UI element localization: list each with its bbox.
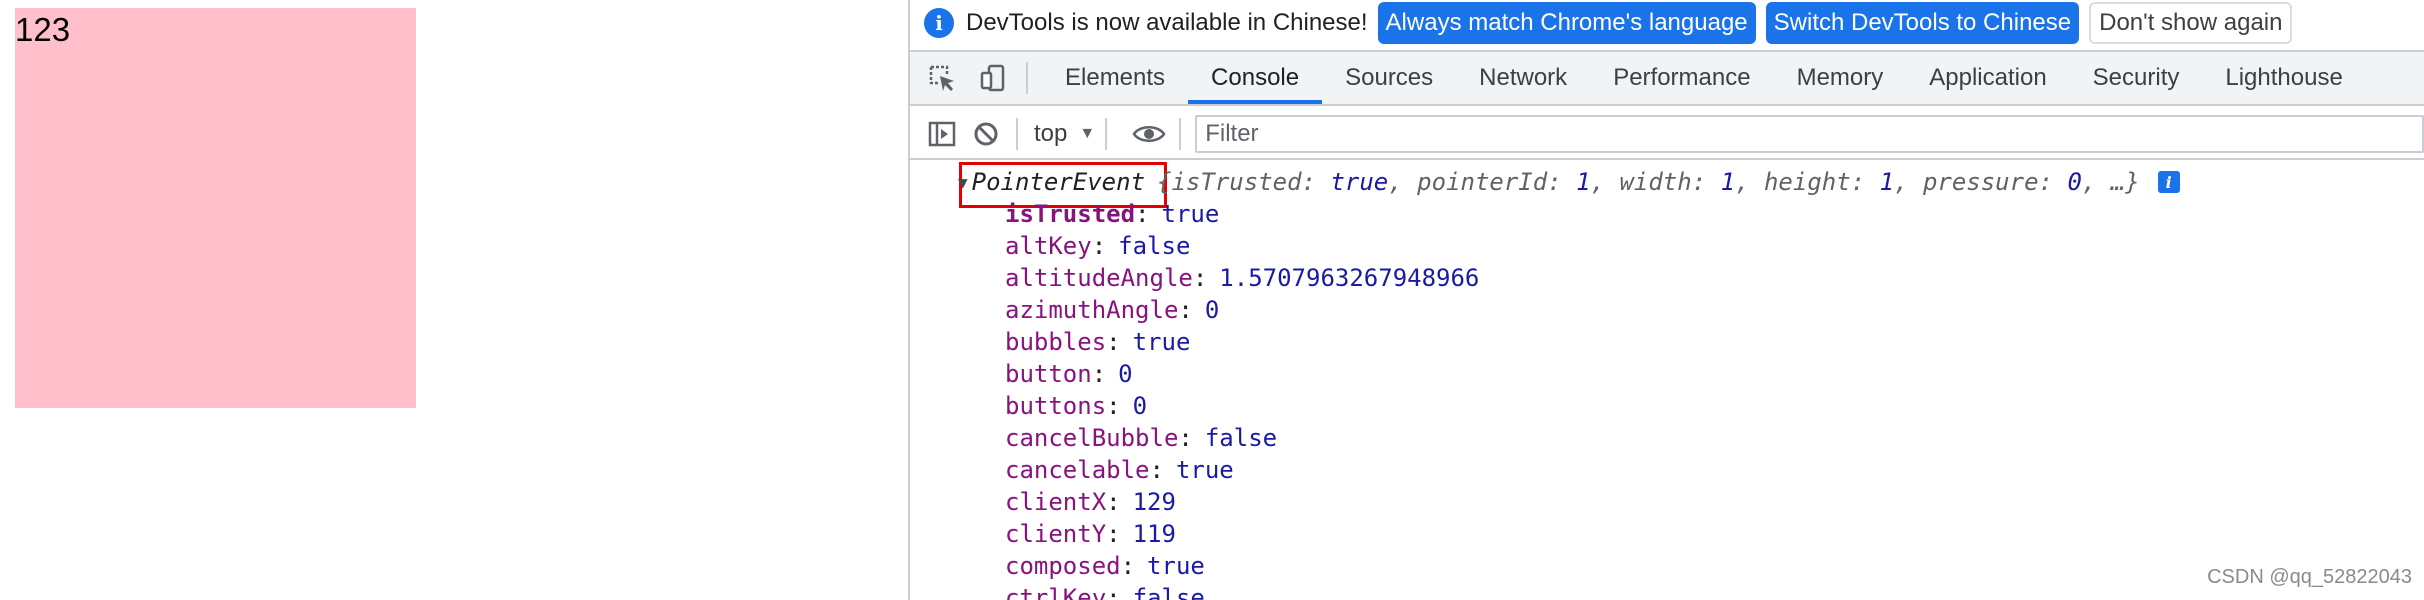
property-key: button: [1005, 360, 1092, 388]
tab-security[interactable]: Security: [2070, 52, 2203, 104]
info-badge-icon[interactable]: i: [2157, 171, 2180, 193]
tab-sources[interactable]: Sources: [1322, 52, 1456, 104]
property-value: 0: [1118, 360, 1133, 388]
property-key: altKey: [1005, 232, 1092, 260]
toolbar-divider: [1026, 62, 1028, 94]
property-row[interactable]: bubbles: true: [1005, 326, 1190, 358]
preview-key: width: [1619, 168, 1692, 196]
object-summary[interactable]: ▼ PointerEvent {isTrusted: true, pointer…: [958, 166, 2180, 198]
filter-input[interactable]: Filter: [1195, 115, 2424, 153]
property-key: cancelable: [1005, 456, 1150, 484]
switch-chinese-button[interactable]: Switch DevTools to Chinese: [1765, 2, 2080, 44]
infobar-message: DevTools is now available in Chinese!: [966, 9, 1368, 36]
info-icon: i: [924, 8, 954, 38]
chevron-down-icon: ▼: [1079, 125, 1096, 142]
preview-key: pressure: [1922, 168, 2039, 196]
tab-lighthouse[interactable]: Lighthouse: [2202, 52, 2365, 104]
property-row[interactable]: clientX:129: [1005, 486, 1176, 518]
property-value: 0: [1204, 296, 1220, 324]
preview-value: true: [1330, 168, 1389, 196]
toolbar-divider: [1179, 118, 1182, 150]
property-value: false: [1118, 232, 1191, 260]
property-value: 129: [1132, 488, 1176, 516]
preview-value: 0: [2067, 168, 2082, 196]
property-key: bubbles: [1005, 328, 1107, 356]
inspect-element-icon[interactable]: [922, 58, 962, 98]
property-key: ctrlKey: [1005, 584, 1107, 600]
match-language-button[interactable]: Always match Chrome's language: [1377, 2, 1756, 44]
property-key: clientY: [1005, 520, 1107, 548]
preview-end: , …}: [2081, 168, 2140, 196]
property-row[interactable]: composed: true: [1005, 550, 1205, 582]
watermark-text: CSDN @qq_52822043: [2207, 566, 2412, 588]
object-preview: {isTrusted: true, pointerId: 1, width: 1…: [1157, 168, 2140, 196]
property-row[interactable]: azimuthAngle:0: [1005, 294, 1219, 326]
property-key: isTrusted: [1005, 200, 1136, 228]
console-toolbar: top ▼ Filter: [910, 110, 2424, 160]
eye-icon[interactable]: [1129, 114, 1169, 154]
language-infobar: i DevTools is now available in Chinese! …: [910, 0, 2424, 46]
property-key: azimuthAngle: [1005, 296, 1179, 324]
tab-console[interactable]: Console: [1188, 52, 1323, 104]
preview-value: 1: [1720, 168, 1736, 196]
property-row[interactable]: clientY:119: [1005, 518, 1176, 550]
tab-application[interactable]: Application: [1906, 52, 2069, 104]
property-row[interactable]: buttons:0: [1005, 390, 1147, 422]
tab-elements[interactable]: Elements: [1042, 52, 1188, 104]
preview-key: pointerId: [1417, 168, 1548, 196]
preview-key: height: [1763, 168, 1851, 196]
object-class: PointerEvent: [971, 168, 1146, 196]
devtools-panel: i DevTools is now available in Chinese! …: [908, 0, 2424, 600]
property-row[interactable]: ctrlKey: false: [1005, 582, 1205, 600]
device-toolbar-icon[interactable]: [974, 58, 1014, 98]
property-row[interactable]: cancelBubble: false: [1005, 422, 1277, 454]
preview-value: 1: [1879, 168, 1895, 196]
property-value: false: [1204, 424, 1278, 452]
preview-key: isTrusted: [1171, 168, 1302, 196]
property-key: buttons: [1005, 392, 1107, 420]
expand-triangle-icon[interactable]: ▼: [958, 173, 968, 192]
devtools-tabbar: Elements Console Sources Network Perform…: [910, 50, 2424, 106]
property-key: altitudeAngle: [1005, 264, 1193, 292]
property-value: true: [1161, 200, 1220, 228]
property-row[interactable]: isTrusted: true: [1005, 198, 1219, 230]
property-row[interactable]: altitudeAngle:1.5707963267948966: [1005, 262, 1479, 294]
property-row[interactable]: altKey: false: [1005, 230, 1190, 262]
property-key: clientX: [1005, 488, 1107, 516]
tab-network[interactable]: Network: [1456, 52, 1590, 104]
property-key: composed: [1005, 552, 1121, 580]
console-output: ▼ PointerEvent {isTrusted: true, pointer…: [910, 162, 2424, 600]
box-text: 123: [15, 11, 71, 48]
pink-box[interactable]: 123: [15, 8, 416, 408]
tab-performance[interactable]: Performance: [1590, 52, 1773, 104]
property-value: false: [1132, 584, 1205, 600]
preview-value: 1: [1576, 168, 1591, 196]
property-row[interactable]: button:0: [1005, 358, 1133, 390]
property-value: 119: [1132, 520, 1176, 548]
filter-placeholder: Filter: [1205, 120, 1259, 147]
property-value: 0: [1132, 392, 1148, 420]
dont-show-again-button[interactable]: Don't show again: [2089, 2, 2293, 44]
context-label: top: [1034, 120, 1068, 147]
page-viewport: 123: [0, 0, 908, 600]
property-value: true: [1132, 328, 1191, 356]
property-key: cancelBubble: [1005, 424, 1179, 452]
property-value: 1.5707963267948966: [1219, 264, 1480, 292]
property-value: true: [1175, 456, 1234, 484]
property-value: true: [1147, 552, 1205, 580]
clear-console-icon[interactable]: [966, 114, 1006, 154]
property-row[interactable]: cancelable: true: [1005, 454, 1234, 486]
context-selector[interactable]: top ▼: [1034, 120, 1095, 148]
tab-memory[interactable]: Memory: [1774, 52, 1907, 104]
toolbar-divider: [1016, 118, 1018, 150]
toolbar-divider: [1105, 118, 1108, 150]
sidebar-toggle-icon[interactable]: [922, 114, 962, 154]
